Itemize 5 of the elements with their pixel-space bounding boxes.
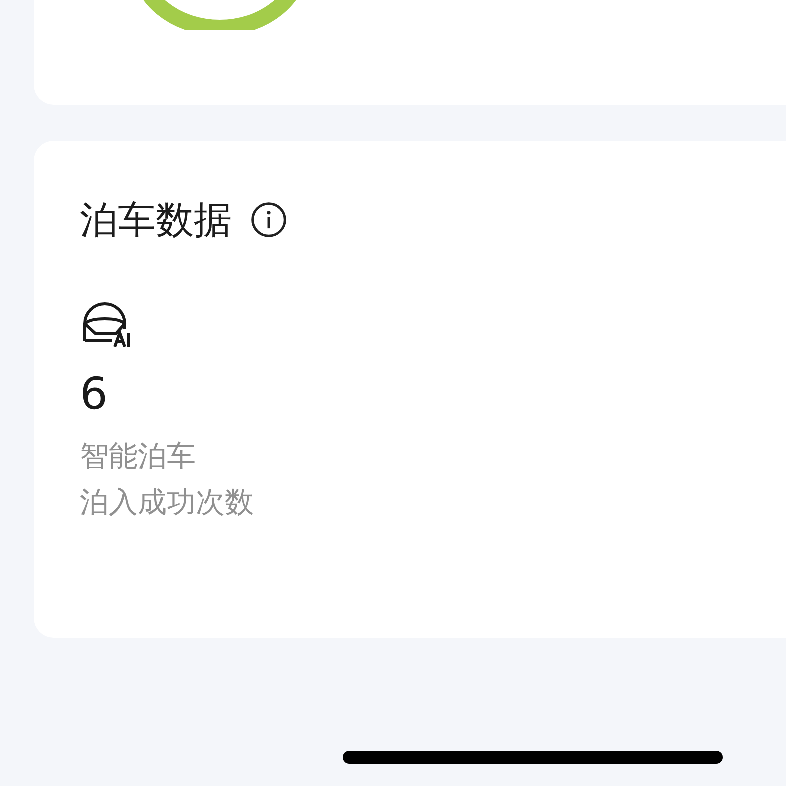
stat-label: 泊入成功次数: [80, 484, 255, 521]
info-icon[interactable]: [250, 201, 288, 239]
section-title: 泊车数据: [80, 196, 232, 244]
stat-value: 6: [80, 369, 109, 421]
stat-label: 智能泊车: [80, 438, 197, 475]
